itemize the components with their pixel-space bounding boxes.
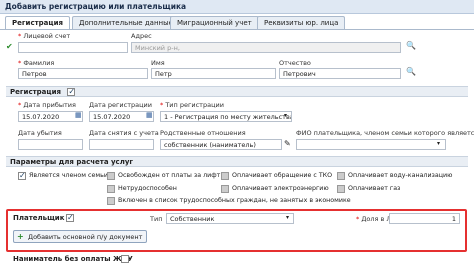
- chevron-down-icon[interactable]: ▾: [286, 214, 289, 221]
- tab-divider: [0, 29, 474, 30]
- tenant-title: Наниматель без оплаты ЖКУ: [13, 255, 133, 263]
- family-member-checkbox[interactable]: [18, 171, 26, 180]
- relation-label: Родственные отношения: [160, 129, 246, 137]
- arrival-date-field[interactable]: 15.07.2020: [18, 111, 83, 122]
- employment-list-checkbox[interactable]: [107, 197, 115, 205]
- disabled-checkbox[interactable]: [107, 185, 115, 193]
- dereg-label: Дата снятия с учета: [89, 129, 159, 137]
- name-label: Имя: [151, 59, 165, 67]
- account-field[interactable]: [18, 42, 128, 53]
- arrival-label: * Дата прибытия: [18, 101, 76, 109]
- payer-title: Плательщик: [13, 214, 65, 222]
- disabled-label: Нетрудоспособен: [118, 185, 177, 192]
- add-doc-label: Добавить основной п/у документ: [28, 233, 143, 241]
- calendar-icon[interactable]: ▦: [146, 111, 153, 119]
- address-field[interactable]: Минский р-н,: [131, 42, 401, 53]
- tab-legal-entity[interactable]: Реквизиты юр. лица: [257, 16, 346, 29]
- search-icon[interactable]: 🔍: [406, 67, 416, 76]
- window-titlebar: Добавить регистрацию или плательщика: [0, 0, 474, 14]
- gas-label: Оплачивает газ: [348, 185, 401, 192]
- search-icon[interactable]: 🔍: [406, 41, 416, 50]
- add-doc-button[interactable]: + Добавить основной п/у документ: [13, 230, 148, 243]
- tab-additional[interactable]: Дополнительные данные: [72, 16, 180, 29]
- electricity-label: Оплачивает электроэнергию: [232, 185, 329, 192]
- dereg-date-field[interactable]: [89, 139, 154, 150]
- window-title: Добавить регистрацию или плательщика: [5, 2, 187, 11]
- edit-icon[interactable]: ✎: [284, 139, 291, 148]
- reg-date-field[interactable]: 15.07.2020: [89, 111, 154, 122]
- reg-type-select[interactable]: 1 - Регистрация по месту жительства: [160, 111, 292, 122]
- section-registration: Регистрация: [6, 86, 468, 97]
- tenant-checkbox[interactable]: [121, 255, 129, 263]
- payer-checkbox[interactable]: [66, 213, 74, 222]
- departure-date-field[interactable]: [18, 139, 83, 150]
- address-label: Адрес: [131, 32, 152, 40]
- account-label: * Лицевой счет: [18, 32, 71, 40]
- tab-registration[interactable]: Регистрация: [5, 16, 70, 30]
- registration-checkbox[interactable]: [67, 87, 76, 96]
- electricity-checkbox[interactable]: [221, 185, 229, 193]
- payer-type-label: Тип: [150, 215, 163, 223]
- add-icon: +: [17, 232, 24, 241]
- chevron-down-icon[interactable]: ▾: [437, 140, 440, 147]
- share-field[interactable]: 1: [389, 213, 460, 224]
- reg-type-label: * Тип регистрации: [160, 101, 224, 109]
- reg-date-label: Дата регистрации: [89, 101, 153, 109]
- lift-label: Освобожден от платы за лифт: [118, 172, 221, 179]
- tab-migration[interactable]: Миграционный учет: [170, 16, 259, 29]
- surname-label: * Фамилия: [18, 59, 55, 67]
- check-icon: ✔: [6, 42, 13, 51]
- patronymic-field[interactable]: Петрович: [279, 68, 401, 79]
- employment-list-label: Включен в список трудоспособных граждан,…: [118, 197, 351, 204]
- surname-field[interactable]: Петров: [18, 68, 148, 79]
- tko-checkbox[interactable]: [221, 172, 229, 180]
- payer-type-select[interactable]: Собственник: [166, 213, 294, 224]
- name-field[interactable]: Петр: [151, 68, 276, 79]
- patronymic-label: Отчество: [279, 59, 311, 67]
- lift-checkbox[interactable]: [107, 172, 115, 180]
- departure-label: Дата убытия: [18, 129, 62, 137]
- calendar-icon[interactable]: ▦: [75, 111, 82, 119]
- family-member-label: Является членом семьи: [29, 172, 108, 179]
- water-checkbox[interactable]: [337, 172, 345, 180]
- gas-checkbox[interactable]: [337, 185, 345, 193]
- section-params: Параметры для расчета услуг: [6, 156, 468, 167]
- water-label: Оплачивает воду-канализацию: [348, 172, 453, 179]
- chevron-down-icon[interactable]: ▾: [284, 112, 287, 119]
- relation-select[interactable]: собственник (наниматель): [160, 139, 282, 150]
- payer-fio-label: ФИО плательщика, членом семьи которого я…: [296, 129, 474, 137]
- tko-label: Оплачивает обращение с ТКО: [232, 172, 333, 179]
- payer-fio-field[interactable]: [296, 139, 446, 150]
